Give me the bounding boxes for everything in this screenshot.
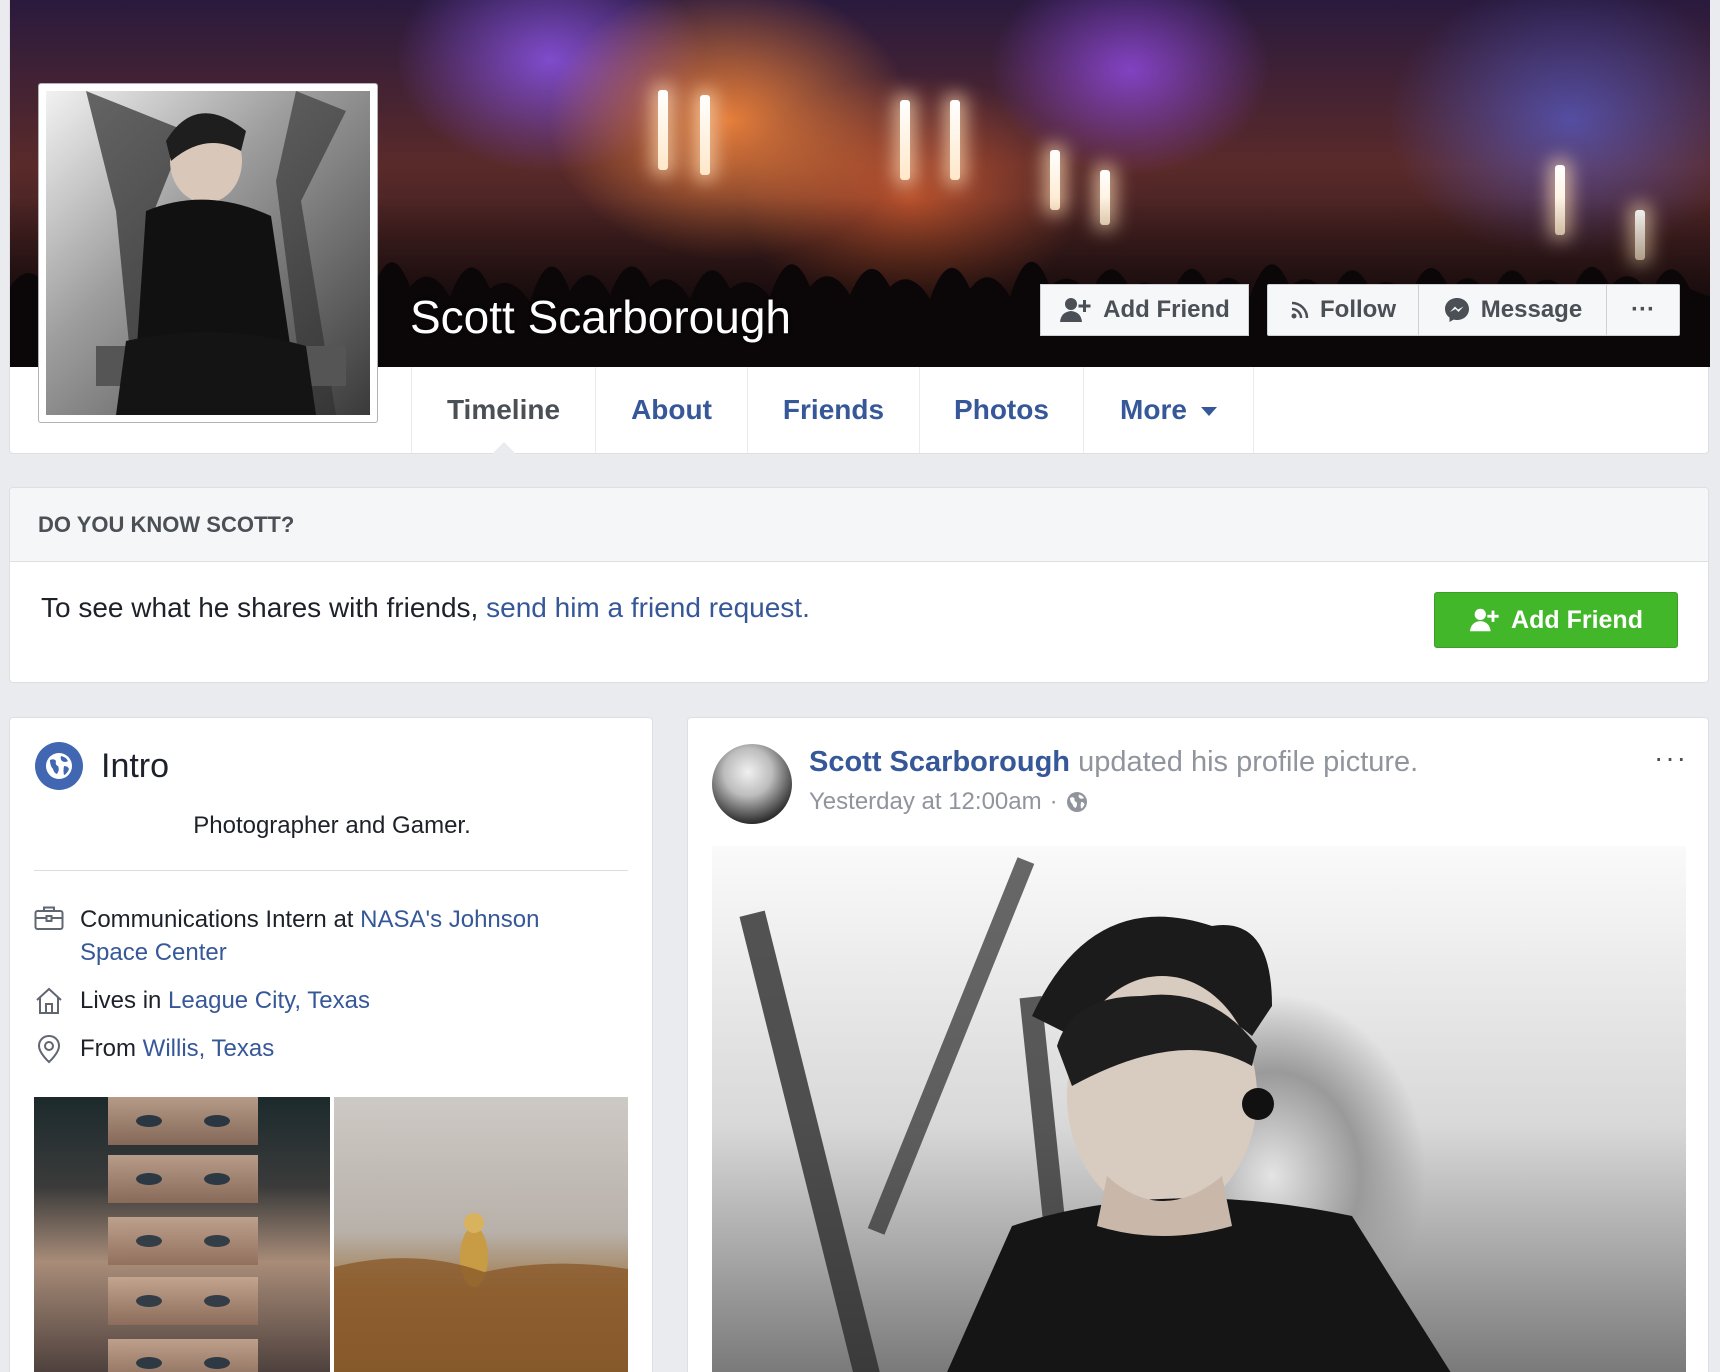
post-card: Scott Scarborough updated his profile pi… [687, 717, 1709, 1372]
featured-photo[interactable] [34, 1097, 330, 1372]
more-options-button[interactable]: ··· [1607, 284, 1680, 336]
cover-action-group-secondary: Follow Message ··· [1267, 284, 1680, 336]
intro-divider [34, 870, 628, 871]
person-plus-icon [1469, 608, 1499, 632]
intro-bio: Photographer and Gamer. [193, 812, 471, 839]
profile-header: Scott Scarborough Add Friend Follow Mess… [9, 0, 1710, 454]
follow-button[interactable]: Follow [1267, 284, 1419, 336]
photo-detail [204, 1173, 230, 1185]
intro-work-text: Communications Intern at NASA's Johnson … [80, 903, 539, 969]
intro-lives-text: Lives in League City, Texas [80, 984, 370, 1017]
tab-photos[interactable]: Photos [920, 367, 1084, 453]
work-prefix: Communications Intern at [80, 906, 361, 933]
rss-icon [1291, 301, 1309, 319]
featured-photos [34, 1097, 628, 1372]
profile-picture-image [46, 91, 370, 415]
intro-from-row: From Willis, Texas [34, 1032, 274, 1065]
globe-icon [35, 742, 83, 790]
post-action-text: updated his profile picture. [1070, 746, 1419, 778]
messenger-icon [1444, 298, 1469, 322]
tab-label: About [631, 394, 712, 425]
photo-detail [204, 1295, 230, 1307]
add-friend-label: Add Friend [1103, 296, 1230, 323]
friend-request-text: To see what he shares with friends, [41, 592, 487, 623]
tab-timeline[interactable]: Timeline [412, 367, 596, 454]
tab-more[interactable]: More [1084, 367, 1254, 453]
meta-separator: · [1049, 788, 1058, 815]
photo-detail [108, 1339, 258, 1372]
stage-light [700, 95, 710, 175]
person-plus-icon [1060, 298, 1091, 322]
intro-title: Intro [101, 746, 170, 785]
intro-card: Intro Photographer and Gamer. Communicat… [9, 717, 653, 1372]
location-pin-icon [34, 1032, 64, 1065]
intro-work-row: Communications Intern at NASA's Johnson … [34, 903, 539, 969]
post-meta: Yesterday at 12:00am · [809, 788, 1088, 816]
intro-from-text: From Willis, Texas [80, 1032, 274, 1065]
add-friend-green-label: Add Friend [1511, 605, 1643, 634]
photo-detail [108, 1217, 258, 1265]
stage-light [900, 100, 910, 180]
photo-detail [108, 1277, 258, 1325]
hometown-link[interactable]: Willis, Texas [143, 1035, 275, 1062]
featured-photo[interactable] [334, 1097, 628, 1372]
photo-detail [334, 1213, 628, 1372]
photo-detail [136, 1235, 162, 1247]
message-button[interactable]: Message [1419, 284, 1607, 336]
intro-header: Intro [35, 742, 169, 790]
follow-label: Follow [1320, 296, 1396, 323]
photo-detail [136, 1357, 162, 1369]
employer-link-continued[interactable]: Space Center [80, 939, 227, 966]
post-author-link[interactable]: Scott Scarborough [809, 746, 1070, 778]
employer-link[interactable]: NASA's Johnson [360, 906, 539, 933]
stage-light [1050, 150, 1060, 210]
profile-tabs: Timeline About Friends Photos More [411, 367, 1254, 454]
photo-detail [204, 1357, 230, 1369]
profile-picture[interactable] [38, 83, 378, 423]
photo-detail [136, 1295, 162, 1307]
more-options-icon: ··· [1631, 296, 1655, 323]
intro-lives-row: Lives in League City, Texas [34, 984, 370, 1017]
do-you-know-heading: DO YOU KNOW SCOTT? [10, 488, 1708, 562]
current-city-link[interactable]: League City, Texas [168, 987, 370, 1014]
photo-detail [204, 1115, 230, 1127]
photo-detail [136, 1173, 162, 1185]
globe-icon[interactable] [1066, 791, 1088, 813]
post-photo[interactable] [712, 846, 1686, 1372]
lives-prefix: Lives in [80, 987, 169, 1014]
do-you-know-card: DO YOU KNOW SCOTT? To see what he shares… [9, 487, 1709, 683]
photo-detail [108, 1155, 258, 1203]
cover-action-group-primary: Add Friend [1040, 284, 1249, 336]
message-label: Message [1480, 296, 1583, 323]
tab-label: Timeline [446, 394, 561, 425]
tab-friends[interactable]: Friends [748, 367, 920, 453]
friend-request-prompt: To see what he shares with friends, send… [41, 592, 810, 624]
send-friend-request-link[interactable]: send him a friend request. [486, 592, 810, 623]
tab-about[interactable]: About [596, 367, 748, 453]
photo-detail [947, 916, 1451, 1372]
post-author-avatar[interactable] [712, 744, 792, 824]
profile-name[interactable]: Scott Scarborough [410, 290, 791, 344]
add-friend-button[interactable]: Add Friend [1040, 284, 1249, 336]
tab-label: More [1120, 394, 1187, 425]
post-timestamp[interactable]: Yesterday at 12:00am [809, 788, 1042, 816]
post-headline: Scott Scarborough updated his profile pi… [809, 746, 1418, 779]
post-options-button[interactable]: ··· [1654, 742, 1688, 774]
briefcase-icon [34, 903, 64, 969]
photo-detail [108, 1097, 258, 1145]
stage-light [658, 90, 668, 170]
from-prefix: From [80, 1035, 143, 1062]
house-icon [34, 984, 64, 1017]
photo-detail [136, 1115, 162, 1127]
chevron-down-icon [1200, 407, 1217, 416]
stage-light [950, 100, 960, 180]
photo-detail [204, 1235, 230, 1247]
add-friend-green-button[interactable]: Add Friend [1434, 592, 1678, 648]
tab-label: Friends [782, 394, 885, 425]
tab-label: Photos [954, 394, 1049, 425]
